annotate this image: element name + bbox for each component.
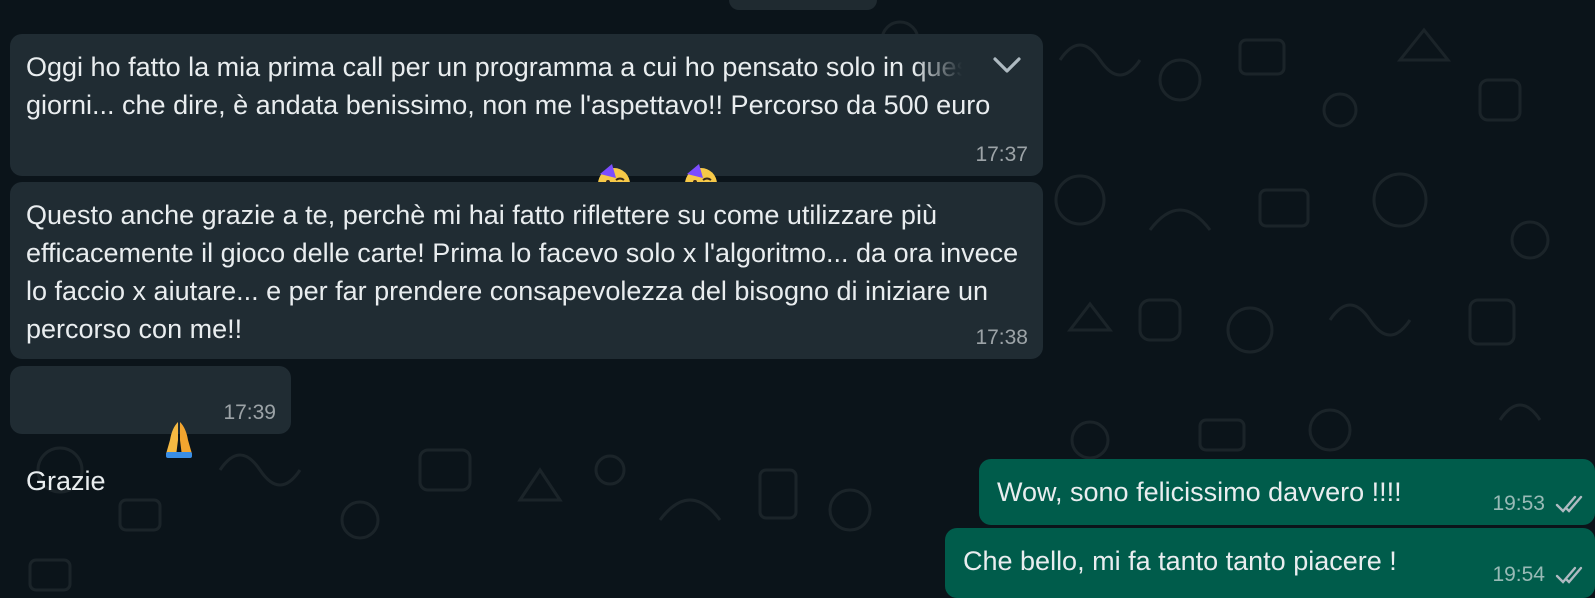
previous-message-stub: [729, 0, 877, 10]
message-timestamp: 19:54: [1492, 563, 1545, 586]
chevron-down-icon[interactable]: [991, 54, 1023, 76]
outgoing-message-bubble[interactable]: Wow, sono felicissimo davvero !!!! 19:53: [979, 459, 1595, 525]
incoming-message-bubble[interactable]: Grazie 17:39: [10, 366, 291, 496]
menu-fade: [913, 48, 983, 88]
message-timestamp: 17:37: [975, 143, 1028, 166]
outgoing-message-bubble[interactable]: Che bello, mi fa tanto tanto piacere ! 1…: [945, 528, 1595, 598]
incoming-message-bubble[interactable]: Oggi ho fatto la mia prima call per un p…: [10, 34, 1043, 238]
folded-hands-emoji: [113, 380, 200, 508]
message-timestamp: 17:38: [975, 326, 1028, 349]
incoming-message-bubble[interactable]: Questo anche grazie a te, perchè mi hai …: [10, 182, 1043, 359]
message-timestamp: 17:39: [223, 401, 276, 424]
message-text: Che bello, mi fa tanto tanto piacere !: [963, 546, 1397, 576]
message-text: Grazie: [26, 380, 275, 508]
double-check-icon: [1555, 566, 1583, 584]
message-text: Questo anche grazie a te, perchè mi hai …: [26, 200, 1026, 344]
message-timestamp: 19:53: [1492, 492, 1545, 515]
double-check-icon: [1555, 495, 1583, 513]
